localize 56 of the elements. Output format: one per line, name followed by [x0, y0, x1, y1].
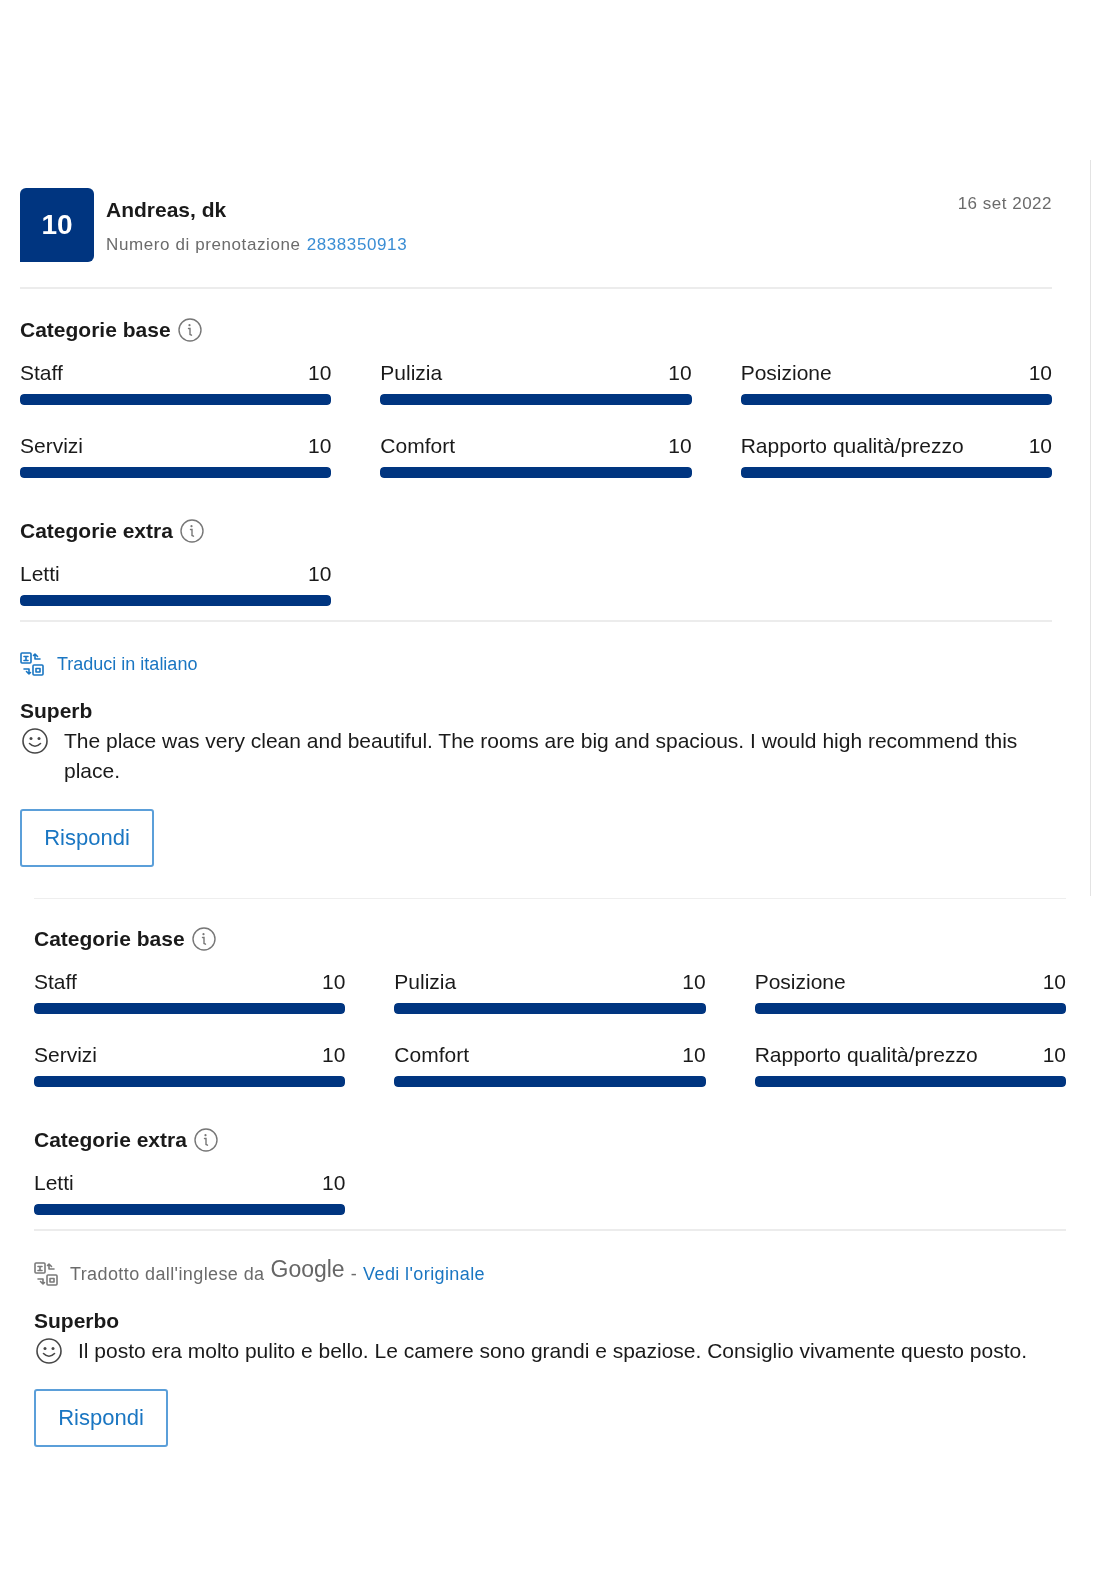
category-label: Rapporto qualità/prezzo — [740, 434, 964, 458]
category-score: 10 — [307, 361, 332, 385]
category-score: 10 — [668, 434, 692, 458]
info-icon[interactable] — [191, 927, 216, 951]
category-score: 10 — [321, 1043, 346, 1067]
category-label: Posizione — [754, 970, 846, 994]
info-icon[interactable] — [177, 318, 202, 342]
category-group-title: Categorie base — [20, 318, 171, 342]
original-link[interactable]: Vedi l'originale — [363, 1262, 485, 1286]
category-label: Rapporto qualità/prezzo — [754, 1043, 978, 1067]
category-label: Pulizia — [380, 361, 443, 385]
booking-number-link[interactable]: 2838350913 — [306, 235, 408, 255]
category-score: 10 — [307, 434, 332, 458]
reply-button[interactable]: Rispondi — [34, 1389, 168, 1447]
provider-wordmark: Google — [270, 1257, 345, 1281]
separator-text: - — [350, 1263, 358, 1286]
category-label: Letti — [34, 1171, 74, 1195]
translated-note: Tradotto dall'inglese da — [70, 1263, 265, 1286]
category-group-title: Categorie extra — [20, 519, 173, 543]
category-label: Comfort — [394, 1043, 469, 1067]
review-title: Superbo — [34, 1309, 121, 1333]
review-text: The place was very clean and beautiful. The rooms are big and spacious. I would high recommend this place. — [64, 728, 1019, 784]
info-icon[interactable] — [193, 1128, 218, 1152]
category-score: 10 — [1042, 970, 1066, 994]
category-label: Staff — [34, 970, 77, 994]
category-score: 10 — [321, 1171, 346, 1195]
category-group-title: Categorie base — [34, 927, 185, 951]
info-icon[interactable] — [179, 519, 204, 543]
reviewer-name: Andreas, dk — [106, 198, 227, 222]
score-badge: 10 — [20, 188, 94, 262]
smiley-icon — [36, 1338, 62, 1364]
translate-link[interactable]: Traduci in italiano — [20, 652, 198, 676]
category-label: Servizi — [20, 434, 83, 458]
booking-label: Numero di prenotazione — [106, 235, 301, 255]
category-label: Staff — [20, 361, 63, 385]
review-title: Superb — [20, 699, 94, 723]
category-score: 10 — [1028, 361, 1052, 385]
category-score: 10 — [1042, 1043, 1066, 1067]
review-text: Il posto era molto pulito e bello. Le camere sono grandi e spaziose. Consiglio vivamente questo posto. — [78, 1338, 1028, 1364]
reply-button[interactable]: Rispondi — [20, 809, 154, 867]
category-label: Pulizia — [394, 970, 457, 994]
translate-icon — [34, 1262, 58, 1286]
category-score: 10 — [682, 970, 706, 994]
review-date: 16 set 2022 — [957, 194, 1052, 214]
category-score: 10 — [668, 361, 692, 385]
category-group-title: Categorie extra — [34, 1128, 187, 1152]
category-score: 10 — [307, 562, 332, 586]
category-label: Letti — [20, 562, 60, 586]
category-label: Comfort — [380, 434, 455, 458]
smiley-icon — [22, 728, 48, 754]
category-score: 10 — [321, 970, 346, 994]
translate-icon — [20, 652, 44, 676]
category-label: Servizi — [34, 1043, 97, 1067]
category-score: 10 — [1028, 434, 1052, 458]
category-score: 10 — [682, 1043, 706, 1067]
category-label: Posizione — [740, 361, 832, 385]
